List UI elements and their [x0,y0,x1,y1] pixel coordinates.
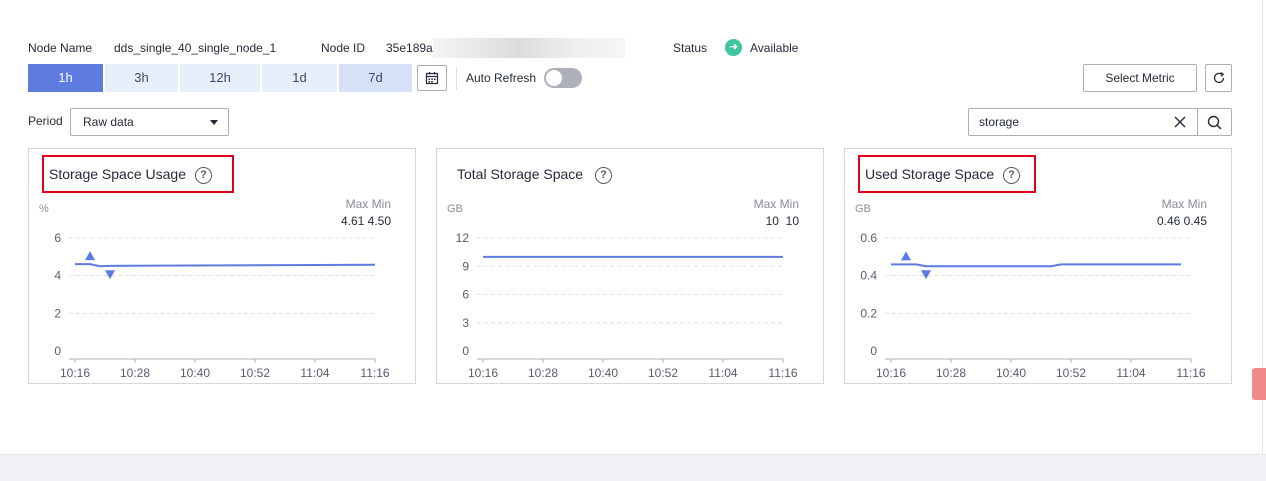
x-tick-label: 10:16 [468,366,498,380]
refresh-button[interactable] [1205,64,1232,92]
x-tick-label: 10:40 [180,366,210,380]
search-button[interactable] [1197,108,1232,136]
feedback-side-tab[interactable] [1252,368,1266,400]
max-marker [901,251,911,261]
select-metric-button[interactable]: Select Metric [1083,64,1197,92]
node-name-label: Node Name [28,41,93,55]
series-line [75,263,376,268]
y-tick-label: 2 [54,306,61,320]
y-tick-label: 0.4 [860,269,877,283]
x-tick-label: 10:40 [996,366,1026,380]
range-1h-button[interactable]: 1h [28,64,103,92]
range-12h-button[interactable]: 12h [180,64,260,92]
clear-search-icon[interactable] [1172,114,1188,130]
y-tick-label: 4 [54,269,61,283]
metric-search-value: storage [979,115,1020,129]
x-tick-label: 10:28 [528,366,558,380]
chart-card-storage-space-usage: Storage Space Usage ? % Max Min 4.61 4.5… [28,148,416,384]
status-available-icon: ➜ [725,39,742,56]
metric-search-input[interactable]: storage [968,108,1198,136]
status-value: Available [750,41,799,55]
custom-date-button[interactable] [417,65,447,91]
x-tick-label: 11:16 [1176,366,1205,380]
y-tick-label: 0 [870,344,877,358]
y-tick-label: 6 [54,231,61,245]
page-footer-band [0,454,1266,481]
toolbar-divider [456,66,457,90]
toggle-knob [546,70,562,86]
node-id-label: Node ID [321,41,366,55]
period-label: Period [28,114,63,128]
chart-card-used-storage-space: Used Storage Space ? GB Max Min 0.46 0.4… [844,148,1232,384]
x-tick-label: 10:28 [120,366,150,380]
y-tick-label: 0.2 [860,306,877,320]
min-marker [105,270,115,280]
auto-refresh-toggle[interactable] [544,68,582,88]
y-tick-label: 6 [462,288,469,302]
y-tick-label: 0 [54,344,61,358]
y-tick-label: 0 [462,344,469,358]
x-tick-label: 11:04 [708,366,737,380]
node-id-redacted [433,38,625,58]
series-line [891,263,1181,268]
x-tick-label: 10:52 [1056,366,1086,380]
refresh-icon [1213,72,1224,84]
y-tick-label: 12 [456,231,470,245]
search-icon [1207,115,1222,130]
y-tick-label: 9 [462,259,469,273]
x-tick-label: 10:52 [240,366,270,380]
x-tick-label: 10:52 [648,366,678,380]
y-tick-label: 0.6 [860,231,877,245]
period-select-value: Raw data [83,115,134,129]
range-7d-button[interactable]: 7d [339,64,412,92]
auto-refresh-label: Auto Refresh [466,71,537,85]
x-tick-label: 11:16 [360,366,389,380]
range-3h-button[interactable]: 3h [105,64,178,92]
x-tick-label: 11:04 [1116,366,1145,380]
calendar-icon [425,72,439,85]
chart-plot: 0 2 4 6 10:16 10:28 10:40 10:52 11:04 11:16 [54,231,390,380]
x-tick-label: 10:16 [876,366,906,380]
chart-card-total-storage-space: Total Storage Space ? GB Max Min 10 10 0… [436,148,824,384]
caret-down-icon [210,120,218,125]
x-tick-label: 11:04 [300,366,329,380]
range-1d-button[interactable]: 1d [262,64,337,92]
period-select[interactable]: Raw data [70,108,229,136]
node-id-value: 35e189a [386,41,433,55]
status-label: Status [673,41,708,55]
min-marker [921,270,931,280]
x-tick-label: 10:16 [60,366,90,380]
x-tick-label: 10:40 [588,366,618,380]
y-tick-label: 3 [462,316,469,330]
max-marker [85,251,95,261]
x-tick-label: 10:28 [936,366,966,380]
node-name-value: dds_single_40_single_node_1 [114,41,277,55]
chart-plot: 0 3 6 9 12 10:16 10:28 10:40 10:52 11:04 11:16 [456,231,798,380]
x-tick-label: 11:16 [768,366,797,380]
chart-plot: 0 0.2 0.4 0.6 10:16 10:28 10:40 10:52 11:04 11:16 [860,231,1206,380]
